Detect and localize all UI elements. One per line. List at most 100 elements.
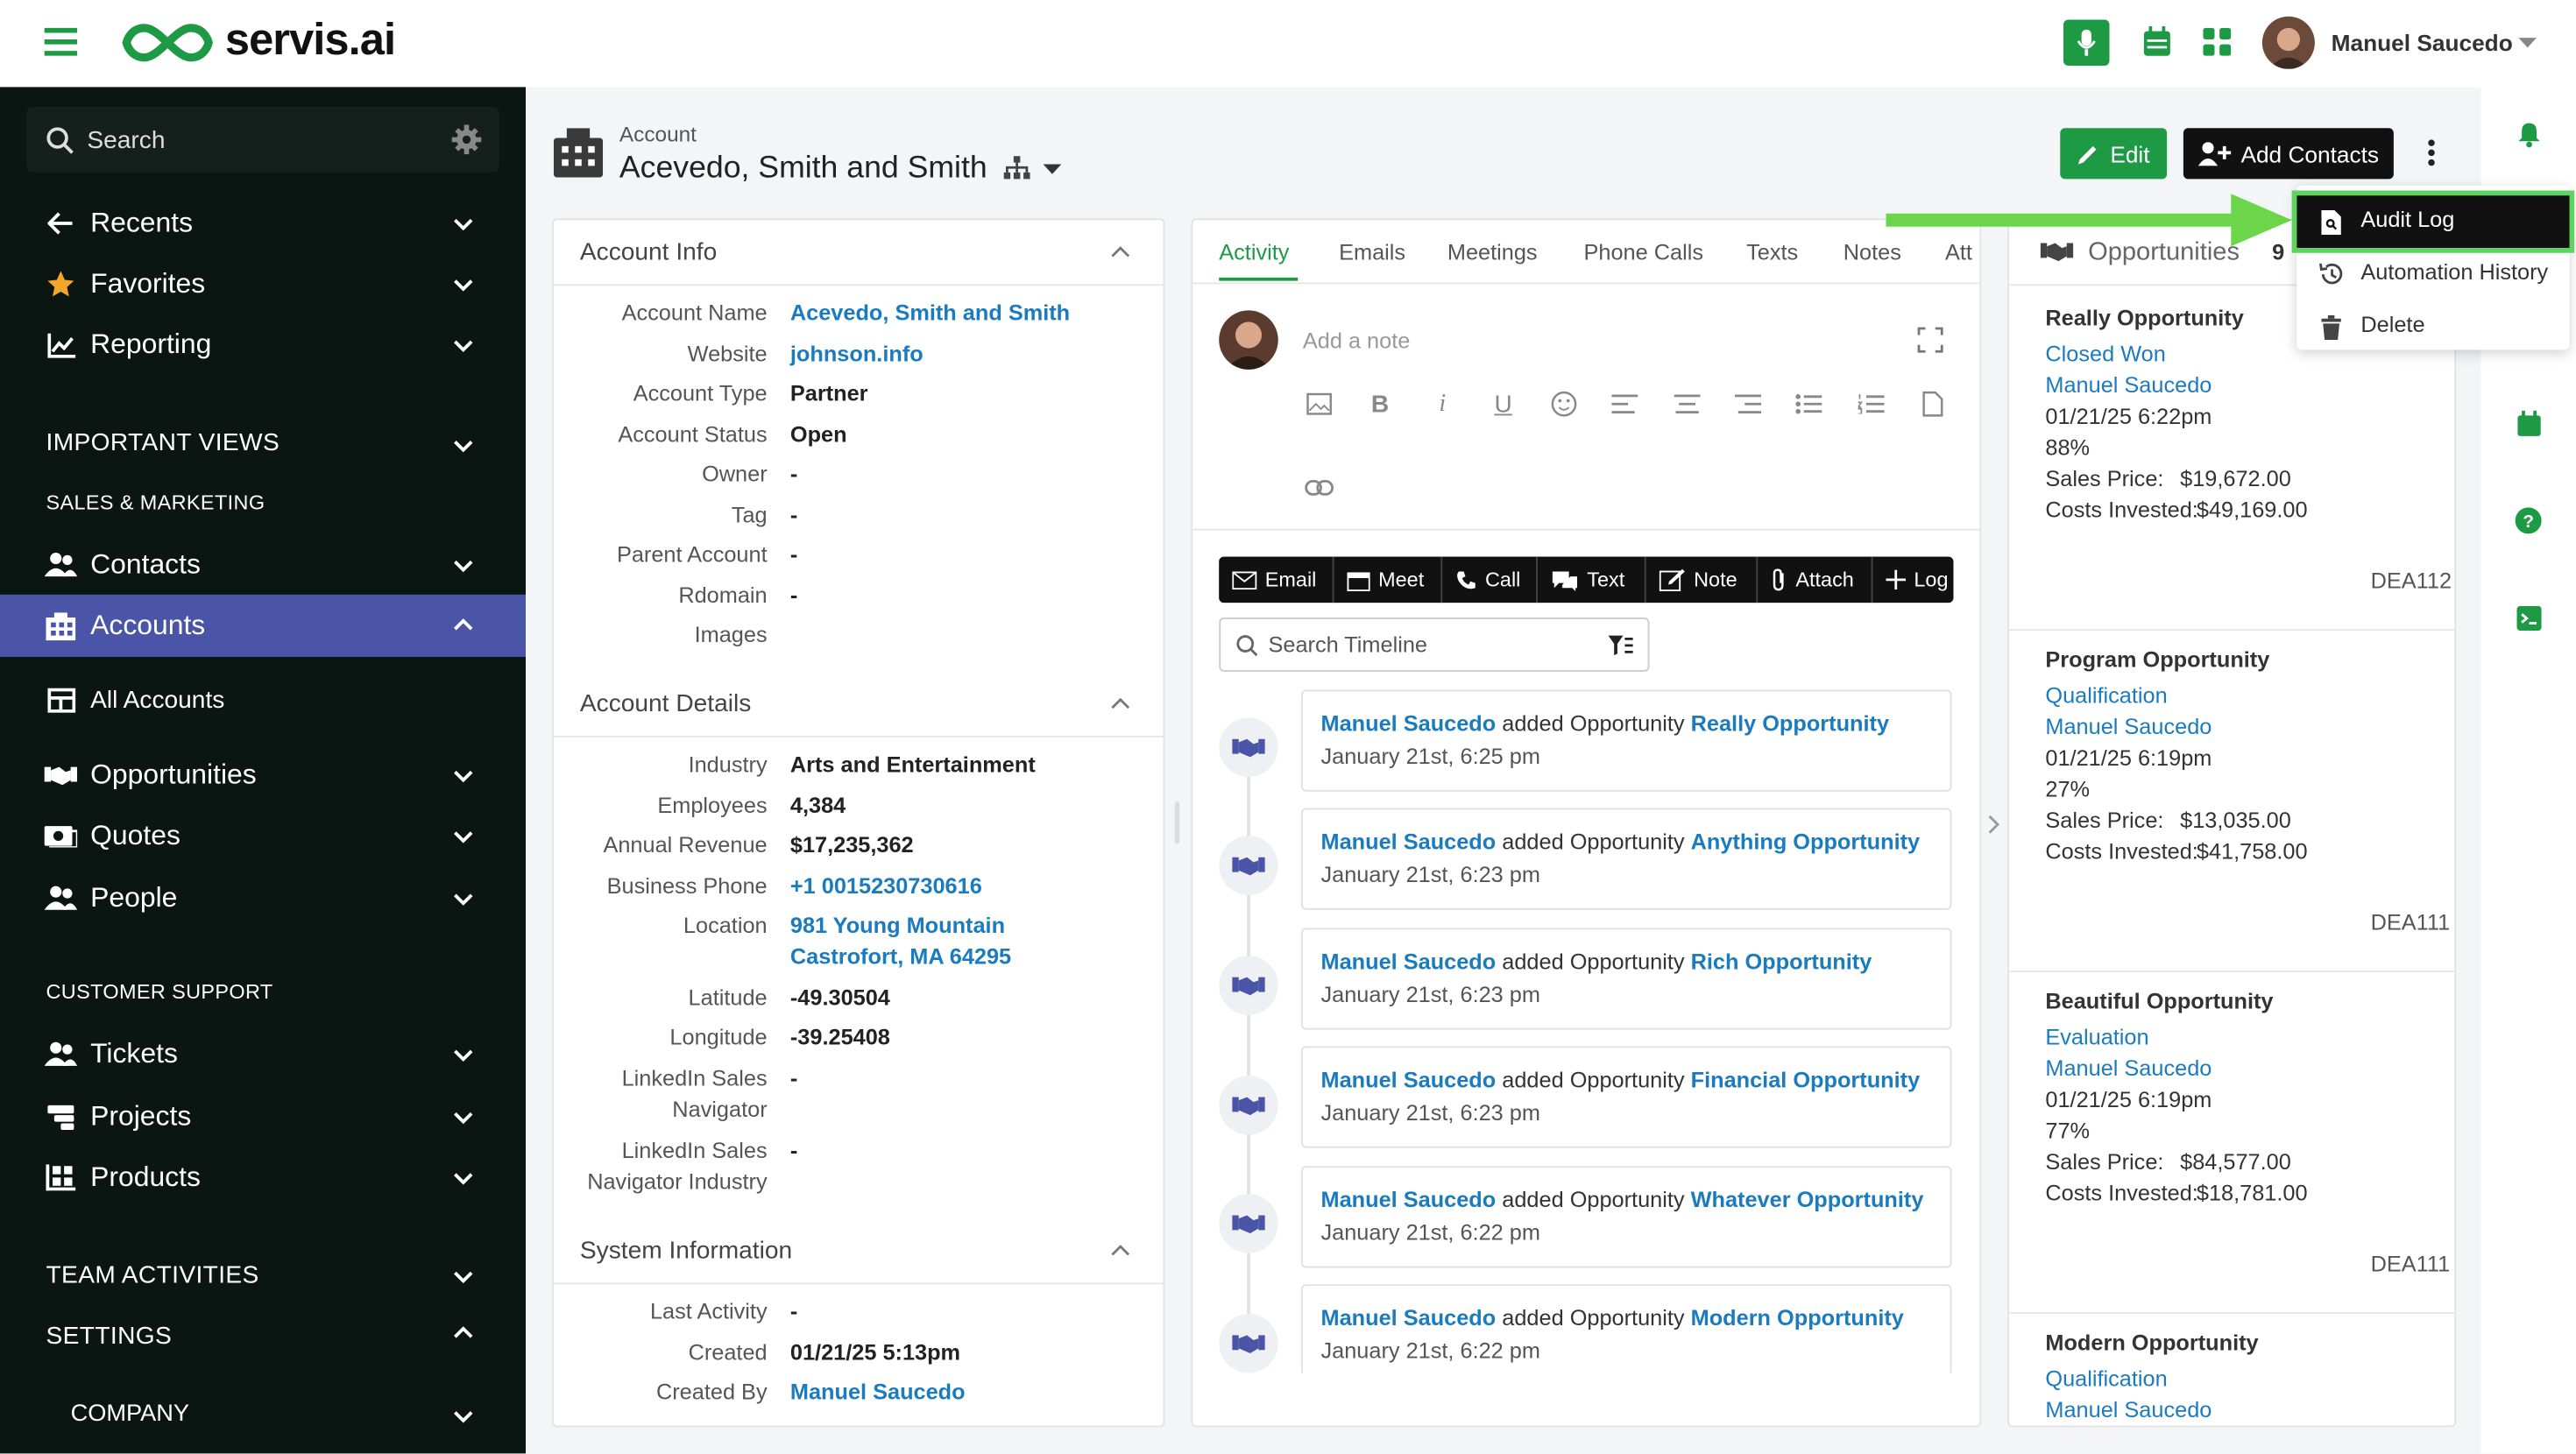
filter-icon[interactable] bbox=[1608, 634, 1633, 657]
more-options-icon[interactable] bbox=[2426, 139, 2436, 166]
bold-icon[interactable]: B bbox=[1365, 389, 1395, 419]
terminal-icon[interactable] bbox=[2516, 604, 2542, 631]
chevron-up-icon[interactable] bbox=[452, 1322, 475, 1345]
chevron-down-icon[interactable] bbox=[452, 272, 475, 295]
sidebar-item-projects[interactable]: Projects bbox=[0, 1085, 526, 1147]
calendar-icon[interactable] bbox=[2516, 410, 2542, 437]
image-icon[interactable] bbox=[1305, 389, 1334, 419]
chevron-down-icon[interactable] bbox=[452, 1265, 475, 1288]
sidebar-search[interactable]: Search bbox=[26, 106, 499, 173]
file-icon[interactable] bbox=[1917, 389, 1947, 419]
chevron-up-icon[interactable] bbox=[1109, 1240, 1132, 1263]
align-left-icon[interactable] bbox=[1610, 389, 1640, 419]
opportunity-owner[interactable]: Manuel Saucedo bbox=[2045, 711, 2212, 743]
timeline-target-link[interactable]: Whatever Opportunity bbox=[1691, 1188, 1924, 1212]
settings-header[interactable]: SETTINGS bbox=[46, 1322, 173, 1350]
timeline-item[interactable]: Manuel Saucedo added Opportunity Rich Op… bbox=[1301, 928, 1952, 1030]
emoji-icon[interactable] bbox=[1549, 389, 1579, 419]
timeline-search[interactable]: Search Timeline bbox=[1219, 618, 1650, 672]
tab-texts[interactable]: Texts bbox=[1746, 240, 1798, 265]
resize-handle[interactable] bbox=[1174, 801, 1180, 844]
timeline-target-link[interactable]: Really Opportunity bbox=[1691, 711, 1889, 736]
chevron-down-icon[interactable] bbox=[452, 824, 475, 847]
attach-action-button[interactable]: Attach bbox=[1758, 556, 1873, 603]
user-name[interactable]: Manuel Saucedo bbox=[2332, 30, 2513, 56]
sidebar-item-products[interactable]: Products bbox=[0, 1147, 526, 1209]
tab-phone-calls[interactable]: Phone Calls bbox=[1584, 240, 1703, 265]
account-details-title[interactable]: Account Details bbox=[580, 690, 751, 718]
numbered-list-icon[interactable] bbox=[1857, 389, 1886, 419]
tab-meetings[interactable]: Meetings bbox=[1447, 240, 1538, 265]
hierarchy-icon[interactable] bbox=[1003, 156, 1030, 180]
chevron-down-icon[interactable] bbox=[452, 554, 475, 576]
menu-item-delete[interactable]: Delete bbox=[2296, 300, 2569, 353]
timeline-target-link[interactable]: Rich Opportunity bbox=[1691, 949, 1872, 974]
tab-activity[interactable]: Activity bbox=[1219, 240, 1289, 265]
timeline-user-link[interactable]: Manuel Saucedo bbox=[1321, 829, 1497, 854]
chevron-down-icon[interactable] bbox=[452, 1404, 475, 1427]
system-info-title[interactable]: System Information bbox=[580, 1237, 792, 1265]
bullet-list-icon[interactable] bbox=[1794, 389, 1824, 419]
microphone-icon[interactable] bbox=[2063, 19, 2110, 66]
bell-icon[interactable] bbox=[2516, 122, 2542, 148]
sidebar-item-favorites[interactable]: Favorites bbox=[0, 253, 526, 315]
chevron-down-icon[interactable] bbox=[452, 1166, 475, 1189]
menu-item-audit-log[interactable]: Audit Log bbox=[2291, 190, 2575, 253]
chevron-down-icon[interactable] bbox=[452, 764, 475, 787]
edit-button[interactable]: Edit bbox=[2060, 128, 2168, 180]
text-action-button[interactable]: Text bbox=[1538, 556, 1646, 603]
timeline-user-link[interactable]: Manuel Saucedo bbox=[1321, 949, 1497, 974]
chevron-down-icon[interactable] bbox=[452, 334, 475, 356]
timeline-item[interactable]: Manuel Saucedo added Opportunity Financi… bbox=[1301, 1046, 1952, 1148]
opportunity-card[interactable]: Program Opportunity Qualification Manuel… bbox=[2009, 644, 2455, 972]
link-icon[interactable] bbox=[1305, 473, 1334, 503]
opportunity-stage[interactable]: Closed Won bbox=[2045, 338, 2165, 370]
opportunity-stage[interactable]: Qualification bbox=[2045, 1363, 2167, 1394]
user-caret-icon[interactable] bbox=[2518, 36, 2537, 49]
sidebar-item-contacts[interactable]: Contacts bbox=[0, 533, 526, 596]
important-views-header[interactable]: IMPORTANT VIEWS bbox=[46, 428, 280, 456]
sidebar-item-tickets[interactable]: Tickets bbox=[0, 1023, 526, 1085]
chevron-down-icon[interactable] bbox=[452, 434, 475, 456]
sidebar-item-accounts[interactable]: Accounts bbox=[0, 594, 526, 657]
expand-icon[interactable] bbox=[1917, 327, 1943, 353]
call-action-button[interactable]: Call bbox=[1442, 556, 1538, 603]
timeline-user-link[interactable]: Manuel Saucedo bbox=[1321, 1188, 1497, 1212]
chevron-down-icon[interactable] bbox=[452, 212, 475, 235]
note-action-button[interactable]: Note bbox=[1645, 556, 1759, 603]
italic-icon[interactable]: i bbox=[1427, 389, 1457, 419]
apps-grid-icon[interactable] bbox=[2203, 27, 2232, 56]
account-info-title[interactable]: Account Info bbox=[580, 238, 717, 266]
chevron-up-icon[interactable] bbox=[1109, 693, 1132, 716]
add-contacts-button[interactable]: Add Contacts bbox=[2183, 128, 2394, 180]
align-center-icon[interactable] bbox=[1673, 389, 1702, 419]
chevron-down-icon[interactable] bbox=[452, 1105, 475, 1128]
sidebar-item-people[interactable]: People bbox=[0, 867, 526, 929]
log-action-button[interactable]: Log bbox=[1872, 556, 1954, 603]
timeline-item[interactable]: Manuel Saucedo added Opportunity Really … bbox=[1301, 689, 1952, 792]
chevron-down-icon[interactable] bbox=[452, 1043, 475, 1066]
sidebar-item-quotes[interactable]: Quotes bbox=[0, 805, 526, 867]
timeline-target-link[interactable]: Financial Opportunity bbox=[1691, 1068, 1921, 1092]
help-icon[interactable]: ? bbox=[2515, 507, 2542, 534]
timeline-target-link[interactable]: Anything Opportunity bbox=[1691, 829, 1921, 854]
align-right-icon[interactable] bbox=[1733, 389, 1763, 419]
opportunity-card[interactable]: Beautiful Opportunity Evaluation Manuel … bbox=[2009, 985, 2455, 1314]
chevron-down-icon[interactable] bbox=[452, 887, 475, 910]
sidebar-item-recents[interactable]: Recents bbox=[0, 192, 526, 254]
email-action-button[interactable]: Email bbox=[1219, 556, 1334, 603]
company-header[interactable]: COMPANY bbox=[71, 1401, 189, 1427]
timeline-user-link[interactable]: Manuel Saucedo bbox=[1321, 1068, 1497, 1092]
opportunity-owner[interactable]: Manuel Saucedo bbox=[2045, 1394, 2212, 1426]
note-input[interactable]: Add a note bbox=[1303, 328, 1410, 353]
timeline-target-link[interactable]: Modern Opportunity bbox=[1691, 1306, 1904, 1330]
gear-icon[interactable] bbox=[451, 124, 482, 155]
sidebar-item-reporting[interactable]: Reporting bbox=[0, 314, 526, 376]
underline-icon[interactable]: U bbox=[1489, 389, 1518, 419]
chevron-up-icon[interactable] bbox=[452, 614, 475, 637]
chevron-up-icon[interactable] bbox=[1109, 242, 1132, 265]
meet-action-button[interactable]: Meet bbox=[1334, 556, 1443, 603]
timeline-item[interactable]: Manuel Saucedo added Opportunity Modern … bbox=[1301, 1284, 1952, 1387]
opportunity-owner[interactable]: Manuel Saucedo bbox=[2045, 370, 2212, 401]
title-caret-icon[interactable] bbox=[1043, 163, 1062, 176]
